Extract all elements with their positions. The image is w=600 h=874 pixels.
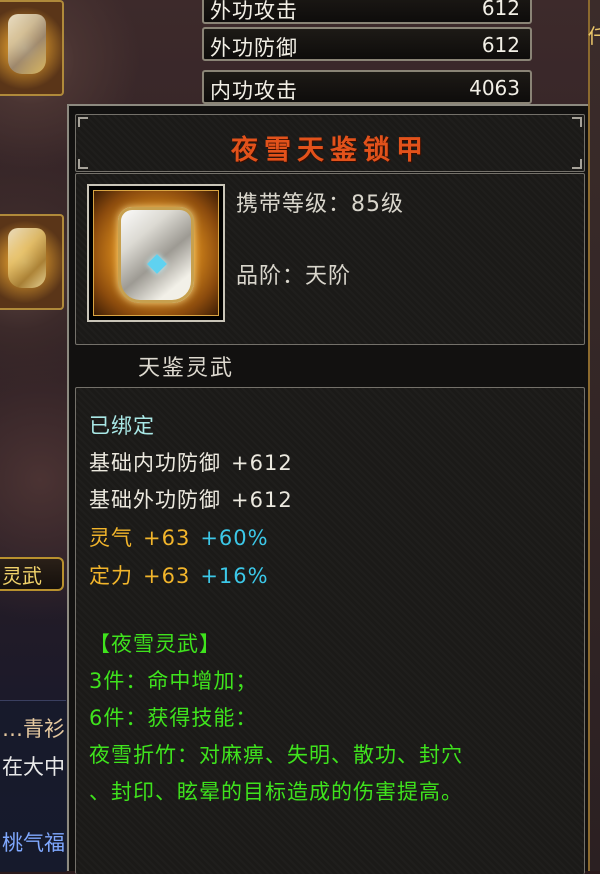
chat-line: …青衫 (2, 717, 65, 741)
item-tooltip: 夜雪天鉴锁甲 携带等级：85级 品阶：天阶 天鉴灵武 已绑定 基础内功防御 +61… (67, 104, 588, 874)
tooltip-title-bar: 夜雪天鉴锁甲 (75, 114, 585, 172)
chat-panel[interactable]: …青衫 在大中 桃气福 (0, 700, 66, 872)
set-skill-line: 夜雪折竹：对麻痹、失明、散功、封穴 (89, 743, 463, 767)
stat-row-outer-defense: 外功防御 612 (202, 27, 532, 61)
armor-thumb-icon (8, 14, 46, 74)
bonus-attr-row: 灵气 +63 +60% (89, 522, 269, 552)
corner-ornament (78, 117, 88, 127)
attr-value: +63 (143, 526, 191, 550)
set-skill-line: 、封印、眩晕的目标造成的伤害提高。 (89, 780, 463, 804)
equip-slot-weapon[interactable] (0, 214, 64, 310)
attr-label: 灵气 (89, 526, 133, 550)
stat-name: 外功攻击 (210, 0, 298, 23)
equip-slot-armor[interactable] (0, 0, 64, 96)
stat-row-inner-attack: 内功攻击 4063 (202, 70, 532, 104)
weapon-thumb-icon (8, 228, 46, 288)
stat-name: 内功攻击 (210, 79, 298, 103)
stat-name: 外功防御 (210, 36, 298, 60)
set-bonus-3: 3件：命中增加； (89, 669, 258, 693)
stat-value: 612 (481, 33, 520, 57)
lingwu-tab-button[interactable]: 灵武 (0, 557, 64, 591)
corner-ornament (572, 117, 582, 127)
item-grade: 品阶：天阶 (236, 264, 352, 289)
item-info-panel: 携带等级：85级 品阶：天阶 (75, 173, 585, 345)
attribute-panel: 已绑定 基础内功防御 +612 基础外功防御 +612 灵气 +63 +60% 定力 +6… (75, 387, 585, 874)
attr-label: 基础外功防御 (89, 488, 221, 512)
attr-label: 定力 (89, 564, 133, 588)
chat-line: 桃气福 (2, 831, 65, 855)
attr-label: 基础内功防御 (89, 451, 221, 475)
item-icon-frame (87, 184, 225, 322)
stat-row-outer-attack: 外功攻击 612 (202, 0, 532, 24)
carry-level: 携带等级：85级 (236, 192, 404, 217)
series-name: 天鉴灵武 (138, 356, 235, 381)
attr-value: +612 (231, 488, 293, 512)
stat-value: 4063 (469, 76, 520, 100)
attr-value: +63 (143, 564, 191, 588)
set-bonus-6: 6件：获得技能： (89, 706, 258, 730)
stat-value: 612 (481, 0, 520, 20)
bonus-attr-row: 定力 +63 +16% (89, 560, 269, 590)
attr-percent: +60% (200, 526, 269, 550)
attr-value: +612 (231, 451, 293, 475)
right-panel-edge: 仟 (588, 0, 600, 871)
right-panel-glyph: 仟 (588, 24, 600, 48)
attr-percent: +16% (200, 564, 269, 588)
base-attr-row: 基础外功防御 +612 (89, 484, 293, 514)
base-attr-row: 基础内功防御 +612 (89, 447, 293, 477)
armor-icon (93, 190, 219, 316)
item-name: 夜雪天鉴锁甲 (231, 135, 429, 166)
set-name: 【夜雪灵武】 (89, 632, 221, 656)
chat-line: 在大中 (2, 755, 65, 779)
series-row: 天鉴灵武 (75, 346, 583, 382)
bound-status: 已绑定 (89, 414, 155, 438)
